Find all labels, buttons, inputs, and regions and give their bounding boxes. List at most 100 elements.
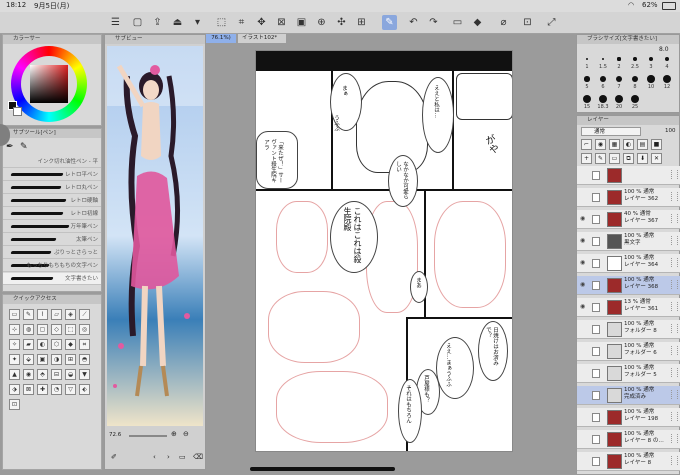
draft-icon[interactable]: ▤ — [637, 139, 648, 150]
quick-access-tool-icon[interactable]: ▼ — [79, 369, 90, 380]
eye-icon[interactable] — [580, 414, 586, 419]
quick-access-tool-icon[interactable]: ◔ — [51, 384, 62, 395]
undo-icon[interactable]: ↶ — [406, 15, 421, 30]
brush-size-dot[interactable] — [633, 57, 637, 61]
document-tab[interactable]: イラスト102* — [238, 34, 286, 43]
eye-icon[interactable] — [580, 172, 586, 177]
eyedropper-small-icon[interactable]: ✐ — [111, 453, 117, 461]
eye-icon[interactable]: ◉ — [580, 260, 586, 266]
quick-access-tool-icon[interactable]: ▭ — [9, 309, 20, 320]
layer-row[interactable]: 100 % 通常 レイヤー 8 — [577, 452, 680, 471]
brush-item[interactable]: もっちりもちもちの文字ペン — [3, 260, 101, 272]
quick-access-tool-icon[interactable]: ▢ — [37, 324, 48, 335]
ref-layer-icon[interactable]: ◉ — [595, 139, 606, 150]
brush-item[interactable]: インク切れ油性ペン - 平 — [3, 156, 101, 168]
drag-handle-icon[interactable] — [671, 324, 678, 333]
layer-lock-box[interactable] — [592, 303, 600, 312]
eye-icon[interactable] — [580, 458, 586, 463]
brush-size-dot[interactable] — [615, 75, 623, 83]
brush-size-dot[interactable] — [615, 95, 623, 103]
transform-icon[interactable]: ✥ — [254, 15, 269, 30]
eye-icon[interactable] — [580, 392, 586, 397]
quick-access-tool-icon[interactable]: ⌗ — [79, 339, 90, 350]
brush-item[interactable]: 太筆ペン — [3, 234, 101, 246]
brush-size-dot[interactable] — [583, 95, 591, 103]
color-icon[interactable]: ■ — [651, 139, 662, 150]
layer-lock-box[interactable] — [592, 281, 600, 290]
quick-access-tool-icon[interactable]: ⬡ — [51, 339, 62, 350]
layer-row[interactable]: 100 % 通常 フォルダー 5 — [577, 364, 680, 383]
prev-image-icon[interactable]: ‹ — [153, 453, 156, 461]
quick-access-tool-icon[interactable]: ⬚ — [65, 324, 76, 335]
trash-icon[interactable]: ⌫ — [193, 453, 203, 461]
layer-lock-box[interactable] — [592, 171, 600, 180]
brush-item[interactable]: レトロ硬軸 — [3, 195, 101, 207]
redo-icon[interactable]: ↷ — [426, 15, 441, 30]
layer-row[interactable]: ◉ 13 % 通常 レイヤー 361 — [577, 298, 680, 317]
quick-access-tool-icon[interactable]: ⊞ — [65, 354, 76, 365]
menu-icon[interactable]: ☰ — [108, 15, 123, 30]
eye-icon[interactable] — [580, 348, 586, 353]
drag-handle-icon[interactable] — [671, 412, 678, 421]
merge-layer-icon[interactable]: ⬇ — [637, 153, 648, 164]
brush-item[interactable]: レトロ初線 — [3, 208, 101, 220]
quick-access-tool-icon[interactable]: ◍ — [23, 324, 34, 335]
brush-size-dot[interactable] — [631, 95, 639, 103]
eye-icon[interactable] — [580, 370, 586, 375]
drag-handle-icon[interactable] — [671, 302, 678, 311]
layer-lock-box[interactable] — [592, 193, 600, 202]
brush-item[interactable]: 万年筆ペン — [3, 221, 101, 233]
brush-item[interactable]: ぷりっとさらっと — [3, 247, 101, 259]
pen-icon[interactable]: ✒ — [6, 142, 14, 152]
sub-color-swatch[interactable] — [13, 107, 22, 116]
layer-row[interactable]: 100 % 通常 完成済み — [577, 386, 680, 405]
select-layer-icon[interactable]: ⊞ — [354, 15, 369, 30]
layer-row[interactable]: ◉ 40 % 通常 レイヤー 367 — [577, 210, 680, 229]
quick-access-tool-icon[interactable]: ◐ — [37, 339, 48, 350]
manga-canvas[interactable]: まぁ うふふ 「来たぜ！」サーヴァント殺生院キアラ ええと私は… がや これはこ… — [255, 50, 513, 452]
brush-size-dot[interactable] — [664, 56, 670, 62]
eye-icon[interactable]: ◉ — [580, 304, 586, 310]
layer-row[interactable] — [577, 166, 680, 185]
drag-handle-icon[interactable] — [671, 346, 678, 355]
brush-size-dot[interactable] — [599, 95, 607, 103]
quick-access-tool-icon[interactable]: ⊠ — [23, 384, 34, 395]
eyedropper-icon[interactable]: ⌀ — [496, 15, 511, 30]
layer-lock-box[interactable] — [592, 259, 600, 268]
fullscreen-icon[interactable]: ⤢ — [544, 15, 559, 30]
quick-access-tool-icon[interactable]: ▰ — [23, 339, 34, 350]
clear-icon[interactable]: ⊠ — [274, 15, 289, 30]
quick-access-tool-icon[interactable]: ⬖ — [79, 384, 90, 395]
mask-icon[interactable]: ◐ — [623, 139, 634, 150]
quick-access-tool-icon[interactable]: ◒ — [65, 369, 76, 380]
quick-access-tool-icon[interactable]: ✎ — [23, 309, 34, 320]
quick-access-tool-icon[interactable]: ⊟ — [51, 369, 62, 380]
quick-access-tool-icon[interactable]: ⟋ — [79, 309, 90, 320]
pencil-icon[interactable]: ✎ — [20, 142, 28, 152]
layer-lock-box[interactable] — [592, 413, 600, 422]
saturation-square[interactable] — [30, 65, 68, 103]
layer-lock-box[interactable] — [592, 435, 600, 444]
pen-mode-icon[interactable]: ✎ — [382, 15, 397, 30]
quick-access-tool-icon[interactable]: ⬘ — [37, 369, 48, 380]
copy-layer-icon[interactable]: ⧉ — [623, 153, 634, 164]
save-icon[interactable]: ⏏ — [170, 15, 185, 30]
quick-access-tool-icon[interactable]: ⌇ — [37, 309, 48, 320]
drag-handle-icon[interactable] — [671, 280, 678, 289]
layer-row[interactable]: 100 % 通常 レイヤー 198 — [577, 408, 680, 427]
brush-item[interactable]: レトロ平ペン — [3, 169, 101, 181]
layer-lock-box[interactable] — [592, 347, 600, 356]
layer-lock-box[interactable] — [592, 325, 600, 334]
drag-handle-icon[interactable] — [671, 170, 678, 179]
new-vector-layer-icon[interactable]: ✎ — [595, 153, 606, 164]
zoom-icon[interactable]: ⊕ — [314, 15, 329, 30]
eye-icon[interactable]: ◉ — [580, 238, 586, 244]
clip-icon[interactable]: ⌐ — [581, 139, 592, 150]
new-file-icon[interactable]: ▢ — [130, 15, 145, 30]
fill-icon[interactable]: ▣ — [294, 15, 309, 30]
layer-lock-box[interactable] — [592, 369, 600, 378]
brush-size-dot[interactable] — [617, 57, 621, 61]
layer-lock-box[interactable] — [592, 215, 600, 224]
zoom-out-icon[interactable]: ⊖ — [183, 430, 189, 438]
quick-access-tool-icon[interactable]: ◓ — [79, 354, 90, 365]
